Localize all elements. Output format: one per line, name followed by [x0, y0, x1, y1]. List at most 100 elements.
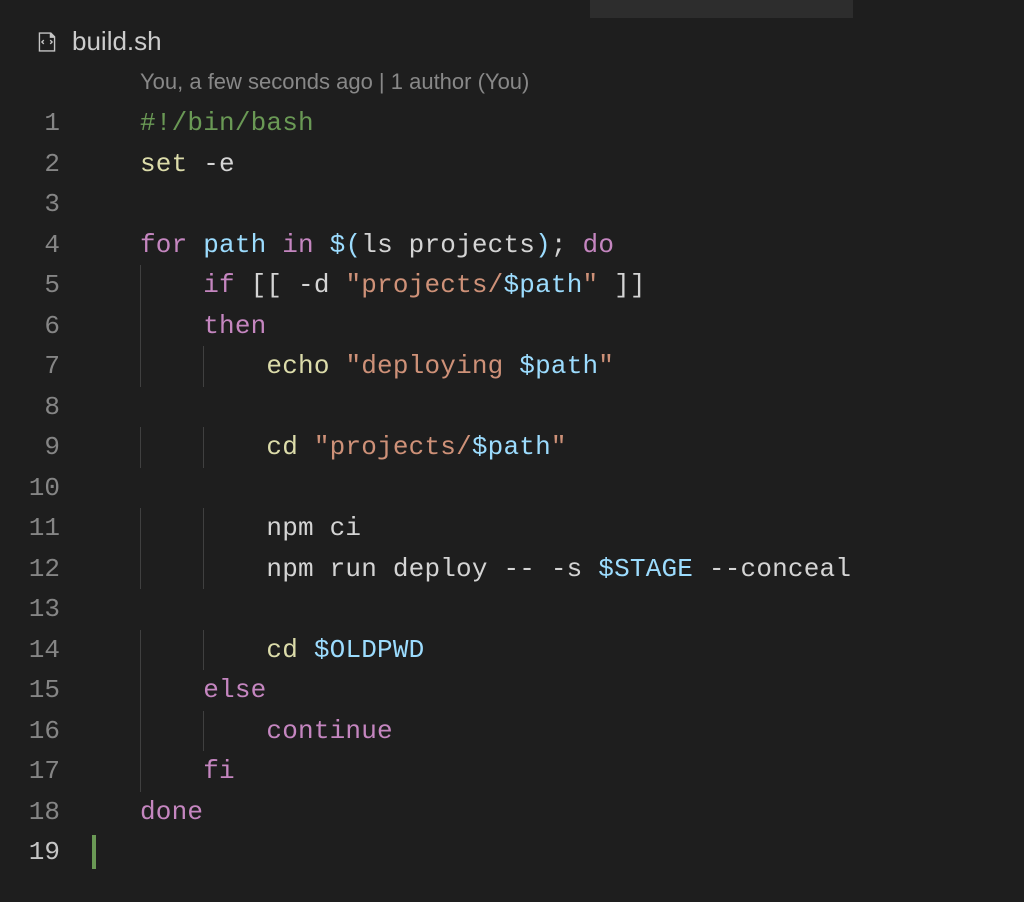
line-number[interactable]: 1 [0, 103, 90, 144]
code-line[interactable]: 8 [0, 387, 1024, 428]
indent-guide [140, 549, 141, 590]
code-line[interactable]: 17 fi [0, 751, 1024, 792]
line-number[interactable]: 13 [0, 589, 90, 630]
token: set [140, 149, 187, 179]
file-name[interactable]: build.sh [72, 26, 162, 57]
line-number[interactable]: 7 [0, 346, 90, 387]
token: then [203, 311, 266, 341]
line-number[interactable]: 11 [0, 508, 90, 549]
line-number[interactable]: 16 [0, 711, 90, 752]
code-line[interactable]: 9 cd "projects/$path" [0, 427, 1024, 468]
code-line[interactable]: 6 then [0, 306, 1024, 347]
code-line[interactable]: 14 cd $OLDPWD [0, 630, 1024, 671]
breadcrumb[interactable]: build.sh [0, 18, 1024, 65]
line-number[interactable]: 12 [0, 549, 90, 590]
code-line[interactable]: 18done [0, 792, 1024, 833]
indent-guide [140, 306, 141, 347]
token: " [583, 270, 599, 300]
code-line[interactable]: 5 if [[ -d "projects/$path" ]] [0, 265, 1024, 306]
line-number[interactable]: 10 [0, 468, 90, 509]
token: continue [266, 716, 392, 746]
token: for [140, 230, 203, 260]
token: do [583, 230, 615, 260]
inactive-tab-region[interactable] [590, 0, 853, 18]
token [298, 432, 314, 462]
line-number[interactable]: 3 [0, 184, 90, 225]
token [298, 635, 314, 665]
token: -e [187, 149, 234, 179]
token: [[ -d [235, 270, 346, 300]
line-number[interactable]: 15 [0, 670, 90, 711]
code-content[interactable]: continue [90, 711, 393, 752]
code-line[interactable]: 12 npm run deploy -- -s $STAGE --conceal [0, 549, 1024, 590]
line-number[interactable]: 17 [0, 751, 90, 792]
line-number[interactable]: 6 [0, 306, 90, 347]
token: ; [551, 230, 583, 260]
token: "projects/ [314, 432, 472, 462]
code-content[interactable]: else [90, 670, 266, 711]
code-content[interactable]: done [90, 792, 203, 833]
code-content[interactable]: #!/bin/bash [90, 103, 314, 144]
code-content[interactable]: cd $OLDPWD [90, 630, 424, 671]
token: --conceal [693, 554, 851, 584]
line-number[interactable]: 5 [0, 265, 90, 306]
token: $STAGE [598, 554, 693, 584]
indent-guide [140, 265, 141, 306]
code-line[interactable]: 15 else [0, 670, 1024, 711]
code-content[interactable]: for path in $(ls projects); do [90, 225, 614, 266]
token: $path [503, 270, 582, 300]
code-content[interactable]: echo "deploying $path" [90, 346, 614, 387]
code-line[interactable]: 7 echo "deploying $path" [0, 346, 1024, 387]
indent-guide [203, 630, 204, 671]
token: " [551, 432, 567, 462]
line-number[interactable]: 8 [0, 387, 90, 428]
token: #!/bin/bash [140, 108, 314, 138]
codelens-annotation[interactable]: You, a few seconds ago | 1 author (You) [0, 69, 1024, 95]
token: cd [266, 432, 298, 462]
indent-guide [140, 751, 141, 792]
code-line[interactable]: 19 [0, 832, 1024, 873]
token: fi [203, 756, 235, 786]
token [140, 270, 203, 300]
line-number[interactable]: 19 [0, 832, 90, 873]
active-tab-region[interactable] [0, 0, 590, 18]
code-line[interactable]: 16 continue [0, 711, 1024, 752]
indent-guide [203, 711, 204, 752]
code-content[interactable]: if [[ -d "projects/$path" ]] [90, 265, 646, 306]
code-content[interactable]: then [90, 306, 266, 347]
line-number[interactable]: 4 [0, 225, 90, 266]
token [140, 675, 203, 705]
code-content[interactable]: fi [90, 751, 235, 792]
code-line[interactable]: 2set -e [0, 144, 1024, 185]
token: npm run deploy -- -s [140, 554, 598, 584]
token [330, 351, 346, 381]
token: $path [472, 432, 551, 462]
token: $path [519, 351, 598, 381]
tab-strip[interactable] [0, 0, 1024, 18]
token: $OLDPWD [314, 635, 425, 665]
code-line[interactable]: 10 [0, 468, 1024, 509]
line-number[interactable]: 18 [0, 792, 90, 833]
code-editor[interactable]: You, a few seconds ago | 1 author (You) … [0, 65, 1024, 873]
code-content[interactable]: npm ci [90, 508, 361, 549]
code-line[interactable]: 11 npm ci [0, 508, 1024, 549]
text-cursor [92, 835, 96, 869]
line-number[interactable]: 9 [0, 427, 90, 468]
token: else [203, 675, 266, 705]
code-line[interactable]: 4for path in $(ls projects); do [0, 225, 1024, 266]
token: "deploying [345, 351, 519, 381]
token: path [203, 230, 266, 260]
code-content[interactable]: npm run deploy -- -s $STAGE --conceal [90, 549, 851, 590]
token: " [598, 351, 614, 381]
code-line[interactable]: 3 [0, 184, 1024, 225]
line-number[interactable]: 2 [0, 144, 90, 185]
token: cd [266, 635, 298, 665]
token: ls projects [361, 230, 535, 260]
code-line[interactable]: 13 [0, 589, 1024, 630]
line-number[interactable]: 14 [0, 630, 90, 671]
token [140, 756, 203, 786]
code-line[interactable]: 1 #!/bin/bash [0, 103, 1024, 144]
token: in [266, 230, 329, 260]
code-content[interactable]: set -e [90, 144, 235, 185]
code-content[interactable]: cd "projects/$path" [90, 427, 567, 468]
